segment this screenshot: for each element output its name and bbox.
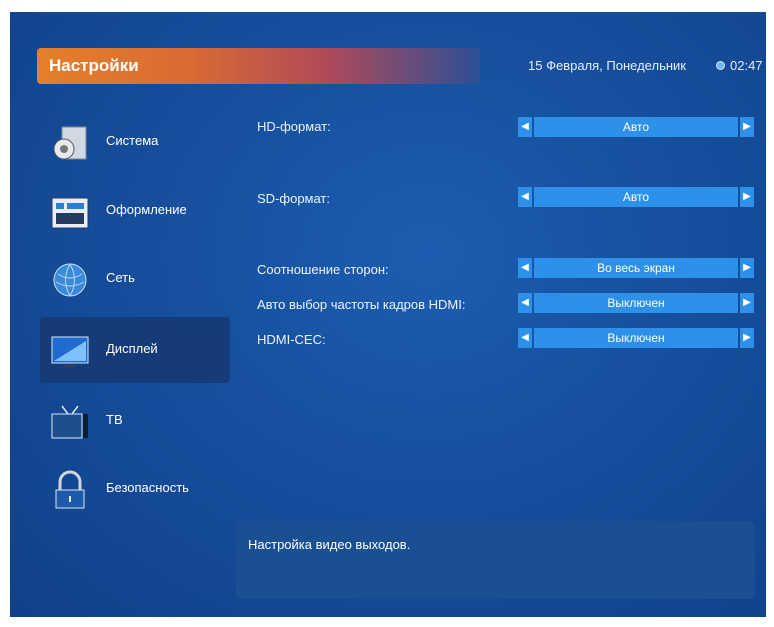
date-label: 15 Февраля, Понедельник bbox=[528, 58, 686, 73]
chevron-left-icon[interactable]: ◀ bbox=[518, 258, 532, 278]
sidebar-item-security[interactable]: Безопасность bbox=[40, 456, 220, 522]
display-icon bbox=[51, 336, 89, 367]
hdmi-framerate-selector[interactable]: ◀ Выключен ▶ bbox=[518, 293, 754, 313]
setting-label-sd-format: SD-формат: bbox=[257, 191, 330, 206]
time-label: 02:47 bbox=[730, 58, 763, 73]
layout-icon bbox=[51, 197, 89, 229]
setting-label-aspect-ratio: Соотношение сторон: bbox=[257, 262, 389, 277]
hdmi-cec-selector[interactable]: ◀ Выключен ▶ bbox=[518, 328, 754, 348]
gear-box-icon bbox=[53, 126, 87, 160]
aspect-ratio-selector[interactable]: ◀ Во весь экран ▶ bbox=[518, 258, 754, 278]
chevron-left-icon[interactable]: ◀ bbox=[518, 328, 532, 348]
chevron-left-icon[interactable]: ◀ bbox=[518, 117, 532, 137]
setting-label-hdmi-cec: HDMI-CEC: bbox=[257, 332, 326, 347]
tv-icon bbox=[51, 405, 88, 439]
chevron-right-icon[interactable]: ▶ bbox=[740, 187, 754, 207]
sidebar-item-network[interactable]: Сеть bbox=[40, 246, 220, 312]
title-bar: Настройки bbox=[37, 48, 480, 84]
sd-format-selector[interactable]: ◀ Авто ▶ bbox=[518, 187, 754, 207]
lock-icon bbox=[55, 470, 85, 509]
sidebar-item-label: Дисплей bbox=[106, 341, 158, 356]
selector-value: Во весь экран bbox=[534, 258, 738, 278]
chevron-left-icon[interactable]: ◀ bbox=[518, 187, 532, 207]
clock-icon bbox=[716, 61, 725, 70]
sidebar-item-label: Система bbox=[106, 133, 159, 148]
selector-value: Авто bbox=[534, 117, 738, 137]
sidebar-item-system[interactable]: Система bbox=[40, 109, 220, 175]
chevron-right-icon[interactable]: ▶ bbox=[740, 258, 754, 278]
sidebar-item-label: ТВ bbox=[106, 412, 123, 427]
chevron-right-icon[interactable]: ▶ bbox=[740, 117, 754, 137]
chevron-left-icon[interactable]: ◀ bbox=[518, 293, 532, 313]
selector-value: Выключен bbox=[534, 328, 738, 348]
hint-text: Настройка видео выходов. bbox=[248, 537, 411, 552]
selector-value: Выключен bbox=[534, 293, 738, 313]
page-title: Настройки bbox=[49, 56, 139, 75]
selector-value: Авто bbox=[534, 187, 738, 207]
settings-screen: Настройки 15 Февраля, Понедельник 02:47 … bbox=[10, 12, 766, 617]
sidebar-item-tv[interactable]: ТВ bbox=[40, 388, 220, 454]
hint-panel: Настройка видео выходов. bbox=[236, 521, 755, 599]
sidebar-item-appearance[interactable]: Оформление bbox=[40, 178, 220, 244]
setting-label-hd-format: HD-формат: bbox=[257, 119, 331, 134]
globe-icon bbox=[53, 263, 87, 297]
hd-format-selector[interactable]: ◀ Авто ▶ bbox=[518, 117, 754, 137]
sidebar-item-display[interactable]: Дисплей bbox=[40, 317, 230, 383]
chevron-right-icon[interactable]: ▶ bbox=[740, 328, 754, 348]
sidebar-item-label: Оформление bbox=[106, 202, 187, 217]
setting-label-hdmi-framerate: Авто выбор частоты кадров HDMI: bbox=[257, 297, 466, 312]
sidebar-item-label: Безопасность bbox=[106, 480, 189, 495]
sidebar-item-label: Сеть bbox=[106, 270, 135, 285]
chevron-right-icon[interactable]: ▶ bbox=[740, 293, 754, 313]
